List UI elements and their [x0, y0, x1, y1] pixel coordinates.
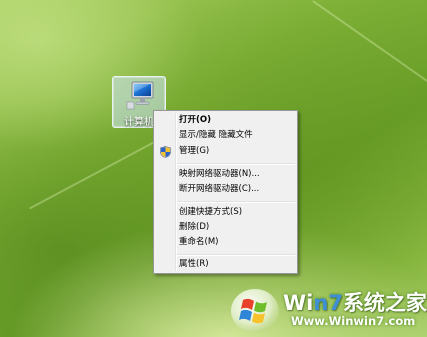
menu-separator [177, 201, 295, 203]
uac-shield-icon [160, 146, 171, 158]
leaf-vein [312, 0, 427, 82]
menu-item-label: 打开(O) [179, 115, 211, 125]
brand-suffix: 系统之家 [342, 291, 427, 315]
menu-item-label: 属性(R) [179, 259, 209, 269]
menu-item-label: 映射网络驱动器(N)... [179, 169, 260, 179]
context-menu: 打开(O) 显示/隐藏 隐藏文件 管理(G) 映射网络驱动器(N)... 断开网… [153, 110, 298, 274]
menu-item-open[interactable]: 打开(O) [156, 113, 295, 128]
menu-item-label: 创建快捷方式(S) [179, 207, 243, 217]
watermark-brand: Win7系统之家 [283, 287, 427, 317]
menu-item-create-shortcut[interactable]: 创建快捷方式(S) [156, 205, 295, 220]
menu-item-disconnect-network-drive[interactable]: 断开网络驱动器(C)... [156, 182, 295, 197]
menu-item-toggle-hidden-files[interactable]: 显示/隐藏 隐藏文件 [156, 128, 295, 143]
desktop-background: 计算机 打开(O) 显示/隐藏 隐藏文件 管理(G) 映射网络驱动器(N)...… [0, 0, 427, 337]
menu-item-properties[interactable]: 属性(R) [156, 257, 295, 272]
site-watermark: Win7系统之家 Www.Winwin7.com [225, 284, 427, 336]
menu-item-map-network-drive[interactable]: 映射网络驱动器(N)... [156, 167, 295, 182]
menu-item-label: 删除(D) [179, 222, 210, 232]
menu-item-label: 重命名(M) [179, 237, 219, 247]
computer-icon [126, 81, 154, 110]
leaf-vein [28, 132, 172, 210]
brand-prefix: Wi [283, 291, 314, 315]
windows-logo-icon [231, 289, 279, 333]
menu-item-delete[interactable]: 删除(D) [156, 220, 295, 235]
menu-item-label: 显示/隐藏 隐藏文件 [179, 130, 253, 140]
brand-seven: n7 [313, 291, 343, 315]
menu-item-rename[interactable]: 重命名(M) [156, 235, 295, 250]
menu-separator [177, 163, 295, 165]
menu-item-label: 断开网络驱动器(C)... [179, 184, 260, 194]
menu-separator [177, 254, 295, 256]
watermark-url: Www.Winwin7.com [291, 314, 416, 328]
menu-item-manage[interactable]: 管理(G) [156, 144, 295, 159]
menu-item-label: 管理(G) [179, 146, 210, 156]
